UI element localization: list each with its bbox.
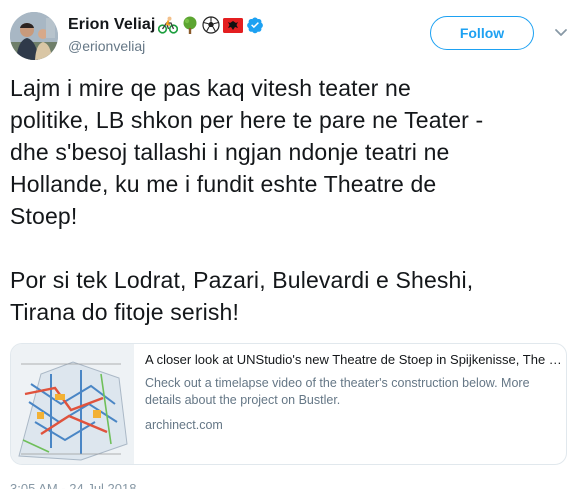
card-thumbnail bbox=[11, 344, 134, 464]
tweet-text: Lajm i mire qe pas kaq vitesh teater ne … bbox=[10, 72, 562, 328]
verified-badge-icon bbox=[246, 16, 264, 34]
follow-button[interactable]: Follow bbox=[430, 16, 534, 50]
card-title[interactable]: A closer look at UNStudio's new Theatre … bbox=[145, 351, 563, 369]
soccer-ball-icon bbox=[202, 16, 221, 34]
tweet-line: dhe s'besoj tallashi i ngjan ndonje teat… bbox=[10, 139, 450, 165]
tweet-line: politike, LB shkon per here te pare ne T… bbox=[10, 107, 484, 133]
author-handle[interactable]: @erionveliaj bbox=[68, 38, 145, 54]
tree-icon bbox=[181, 16, 199, 34]
tweet-line: Hollande, ku me i fundit eshte Theatre d… bbox=[10, 171, 437, 197]
author-name-row: Erion Veliaj bbox=[68, 14, 264, 36]
tweet-line: Lajm i mire qe pas kaq vitesh teater ne bbox=[10, 75, 411, 101]
avatar-photo bbox=[10, 12, 58, 60]
tweet-line: Tirana do fitoje serish! bbox=[10, 299, 240, 325]
cyclist-icon bbox=[158, 16, 179, 34]
card-description: Check out a timelapse video of the theat… bbox=[145, 376, 530, 407]
tweet-line: Stoep! bbox=[10, 203, 78, 229]
card-body: A closer look at UNStudio's new Theatre … bbox=[134, 344, 566, 464]
author-display-name[interactable]: Erion Veliaj bbox=[68, 16, 155, 34]
tweet-timestamp[interactable]: 3:05 AM - 24 Jul 2018 bbox=[10, 481, 136, 489]
link-preview-card[interactable]: A closer look at UNStudio's new Theatre … bbox=[10, 343, 567, 465]
albania-flag-icon bbox=[223, 17, 244, 33]
tweet-line: Por si tek Lodrat, Pazari, Bulevardi e S… bbox=[10, 267, 474, 293]
chevron-down-icon[interactable] bbox=[553, 24, 569, 40]
card-domain: archinect.com bbox=[145, 418, 223, 432]
tweet-header: Erion Veliaj @erionveliaj Follow bbox=[10, 10, 567, 60]
avatar[interactable] bbox=[10, 12, 58, 60]
